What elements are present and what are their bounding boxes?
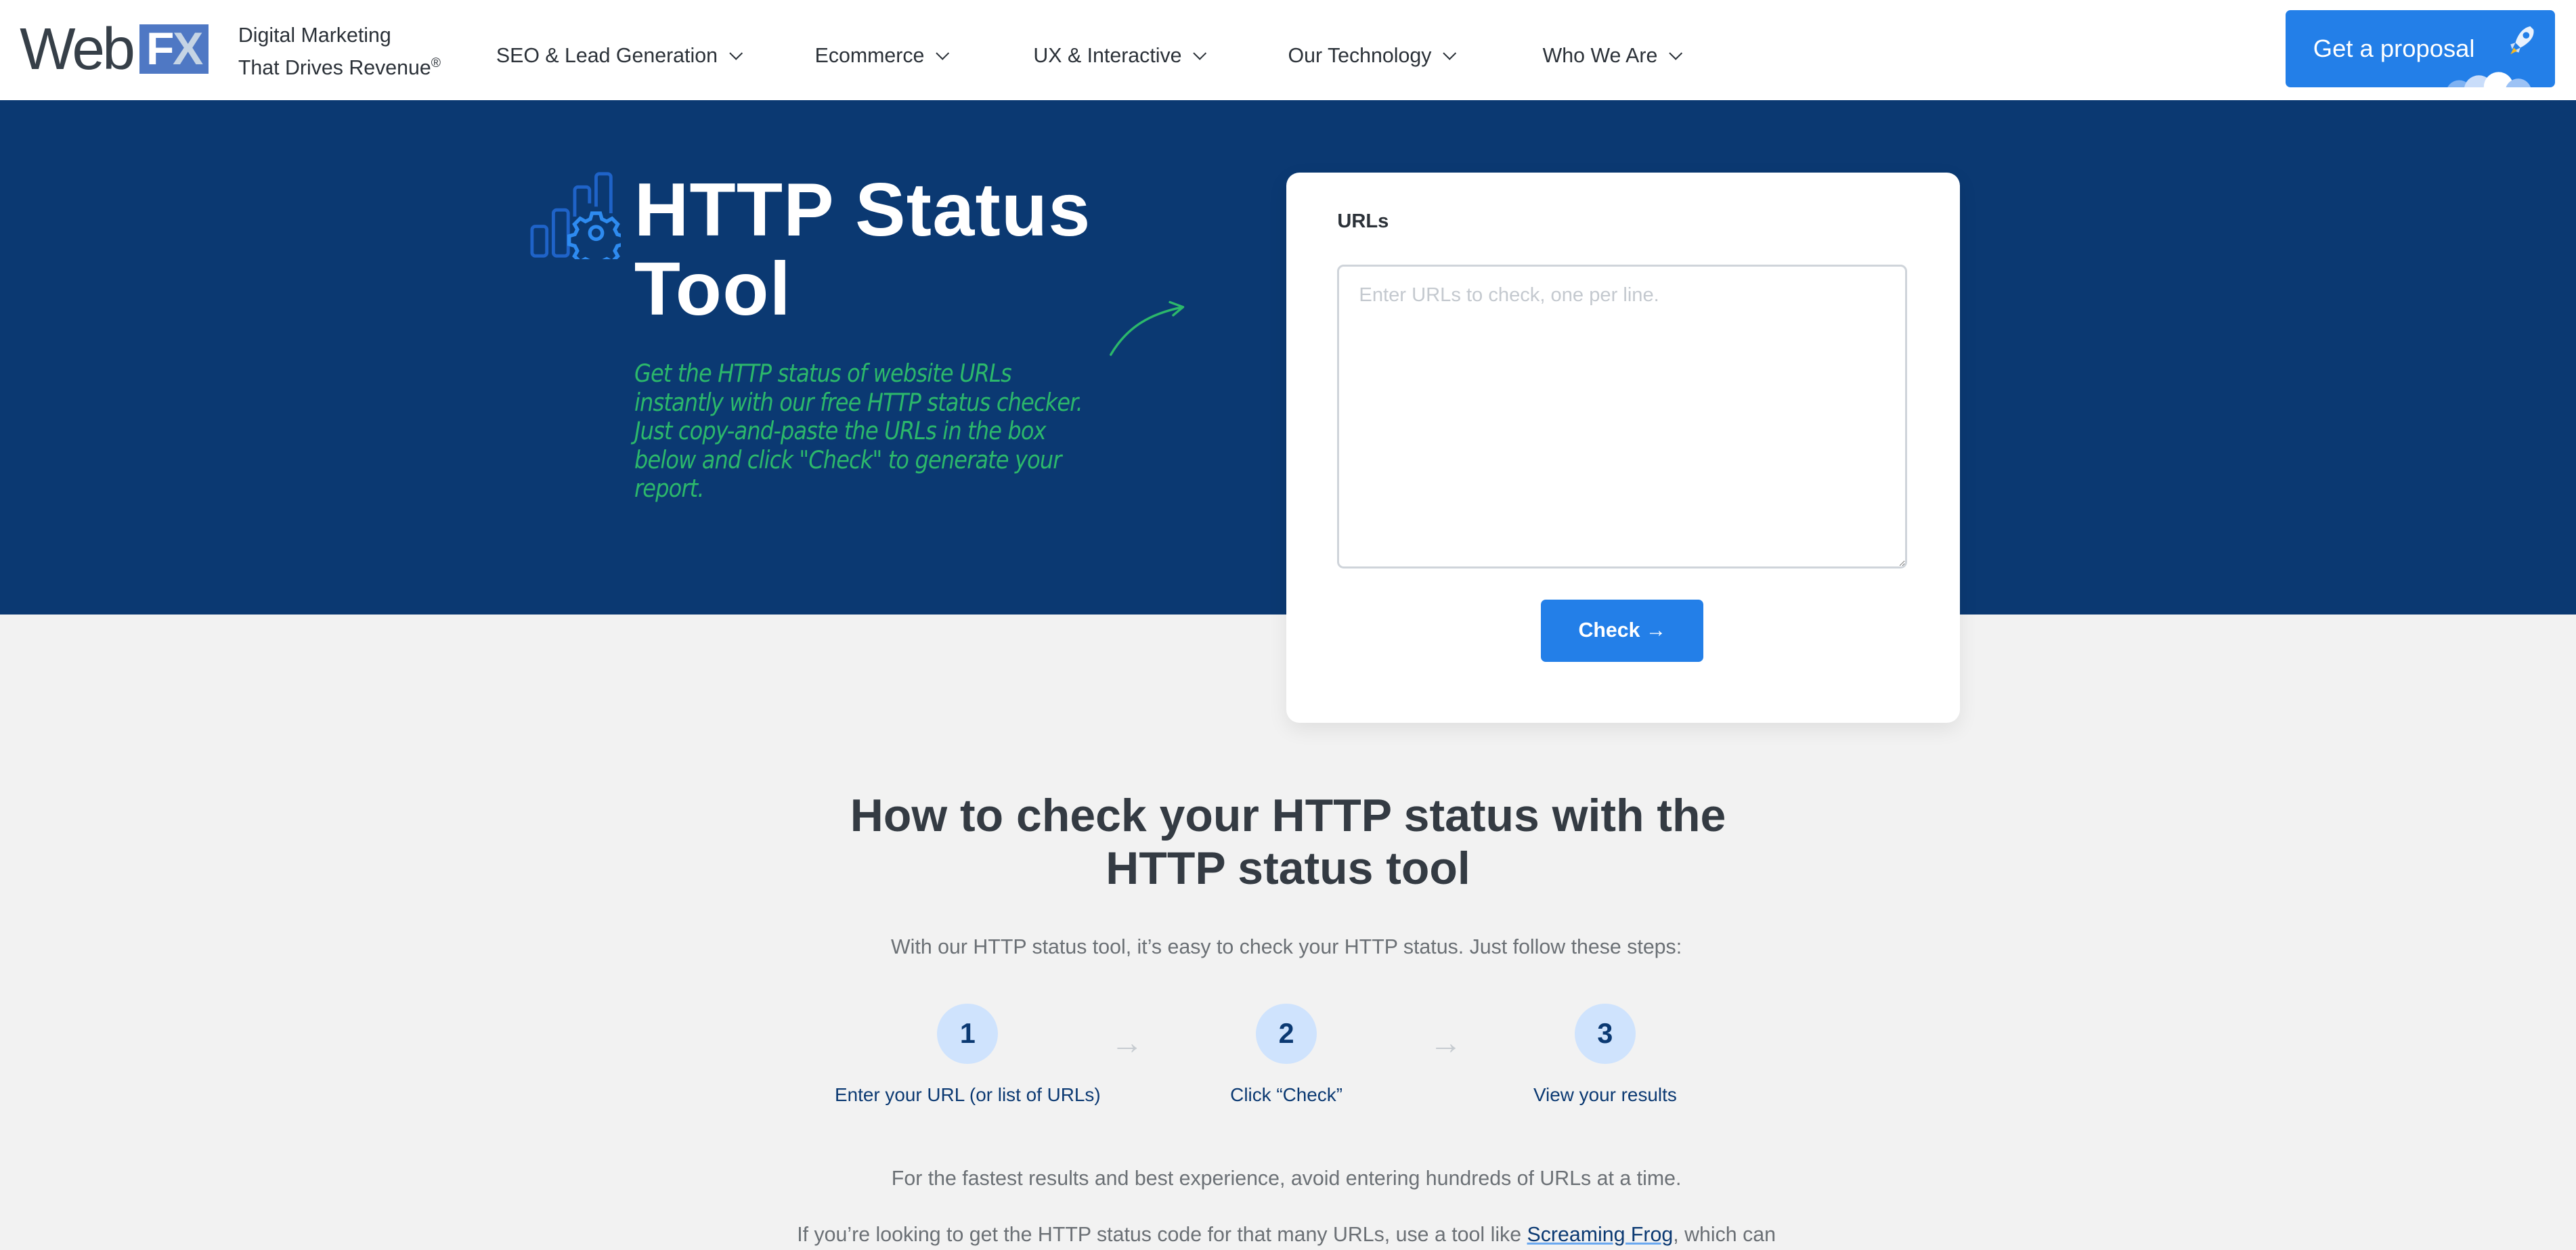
registered-mark: ® xyxy=(431,55,441,70)
urls-label: URLs xyxy=(1337,210,1389,232)
chevron-down-icon xyxy=(1669,47,1683,61)
step-number: 2 xyxy=(1256,1003,1317,1065)
screaming-frog-link[interactable]: Screaming Frog xyxy=(1527,1224,1674,1246)
bulk-note-text-end: , which can xyxy=(1673,1223,1776,1246)
nav-label: Ecommerce xyxy=(814,44,925,67)
howto-heading: How to check your HTTP status with the H… xyxy=(850,790,1726,894)
status-gear-icon xyxy=(530,172,621,260)
step-label: View your results xyxy=(1533,1084,1677,1105)
bulk-note: If you’re looking to get the HTTP status… xyxy=(0,1224,2573,1247)
tagline-line-2: That Drives Revenue® xyxy=(238,49,441,82)
clouds-decoration xyxy=(2447,72,2531,87)
url-check-form: URLs Check → xyxy=(1286,172,1961,723)
nav-label: Who We Are xyxy=(1542,44,1658,67)
chevron-down-icon xyxy=(1193,47,1207,61)
rocket-icon xyxy=(2510,26,2534,55)
bulk-note-text: If you’re looking to get the HTTP status… xyxy=(797,1223,1527,1246)
hero-description: Get the HTTP status of website URLs inst… xyxy=(634,359,1083,504)
step-number: 3 xyxy=(1574,1003,1636,1065)
nav-seo-lead-generation[interactable]: SEO & Lead Generation xyxy=(496,44,743,68)
nav-our-technology[interactable]: Our Technology xyxy=(1288,44,1457,68)
chevron-down-icon xyxy=(728,47,743,61)
page: Web FX Digital Marketing That Drives Rev… xyxy=(0,0,2576,1250)
nav-who-we-are[interactable]: Who We Are xyxy=(1542,44,1683,68)
tagline-text: That Drives Revenue xyxy=(238,56,431,79)
proposal-label: Get a proposal xyxy=(2313,34,2475,62)
step-label: Click “Check” xyxy=(1230,1084,1342,1105)
step-number: 1 xyxy=(937,1003,999,1065)
nav-label: SEO & Lead Generation xyxy=(496,44,718,67)
step-3: 3 View your results xyxy=(1441,1003,1769,1106)
nav-ecommerce[interactable]: Ecommerce xyxy=(814,44,950,68)
step-1: 1 Enter your URL (or list of URLs) xyxy=(804,1003,1132,1106)
step-label: Enter your URL (or list of URLs) xyxy=(835,1084,1101,1105)
get-a-proposal-button[interactable]: Get a proposal xyxy=(2285,9,2555,87)
title-line-2: Tool xyxy=(634,246,791,331)
curved-arrow-icon xyxy=(1109,300,1184,356)
logo-f: F xyxy=(146,23,175,75)
title-line-1: HTTP Status xyxy=(634,167,1091,252)
step-2: 2 Click “Check” xyxy=(1122,1003,1450,1106)
howto-intro: With our HTTP status tool, it’s easy to … xyxy=(891,936,1682,959)
logo-fx-mark: FX xyxy=(139,24,209,74)
nav-label: Our Technology xyxy=(1288,44,1432,67)
site-header: Web FX Digital Marketing That Drives Rev… xyxy=(0,0,2576,101)
speed-note: For the fastest results and best experie… xyxy=(891,1167,1682,1190)
logo-x: X xyxy=(173,23,203,75)
urls-textarea[interactable] xyxy=(1337,264,1908,568)
tagline: Digital Marketing That Drives Revenue® xyxy=(238,22,441,83)
check-button[interactable]: Check → xyxy=(1541,599,1704,662)
chevron-down-icon xyxy=(1443,47,1457,61)
tagline-line-1: Digital Marketing xyxy=(238,24,391,47)
chevron-down-icon xyxy=(936,47,950,61)
logo-wordmark: Web xyxy=(20,15,135,82)
nav-label: UX & Interactive xyxy=(1033,44,1182,67)
nav-ux-interactive[interactable]: UX & Interactive xyxy=(1033,44,1207,68)
page-title: HTTP Status Tool xyxy=(634,171,1091,328)
webfx-logo[interactable]: Web FX xyxy=(20,15,209,82)
